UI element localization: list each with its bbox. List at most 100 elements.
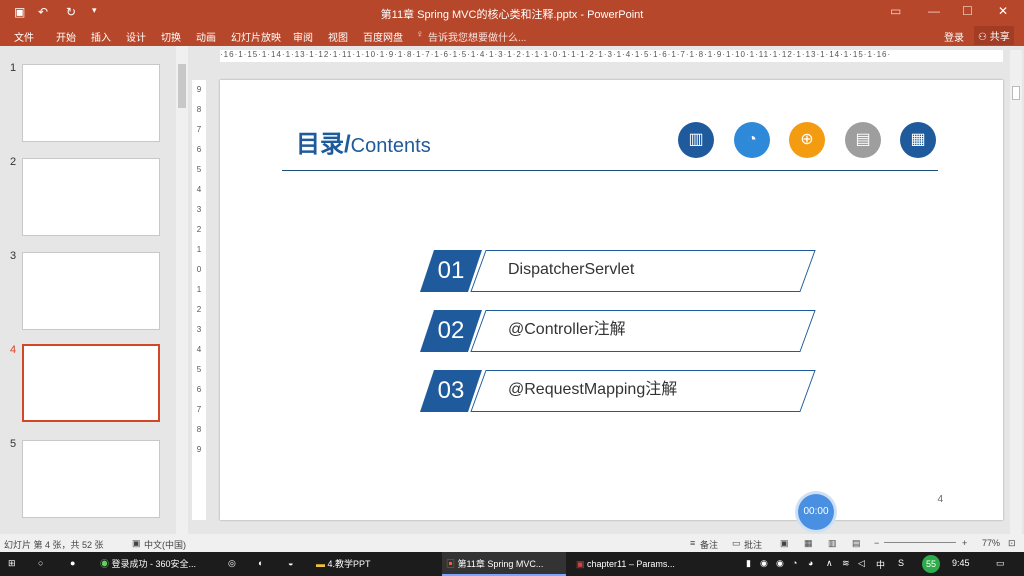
minimize-icon[interactable]: — [928, 4, 940, 18]
tell-me-input[interactable]: 告诉我您想要做什么... [428, 29, 526, 44]
spellcheck-icon[interactable]: ▣ [132, 538, 141, 549]
menu-design[interactable]: 设计 [126, 29, 146, 44]
reading-view-icon[interactable]: ▥ [828, 538, 837, 549]
menu-slideshow[interactable]: 幻灯片放映 [231, 29, 281, 44]
ruler-mark: 2 [196, 305, 202, 314]
ruler-mark: 4 [196, 185, 202, 194]
fit-slide-icon[interactable]: ⊡ [1008, 538, 1016, 549]
menu-insert[interactable]: 插入 [91, 29, 111, 44]
contents-item[interactable]: 03 @RequestMapping注解 [420, 370, 816, 412]
taskbar-app[interactable]: ▣ 第11章 Spring MVC... [442, 552, 566, 576]
zoom-level[interactable]: 77% [982, 538, 1000, 548]
comments-icon[interactable]: ▭ [732, 538, 741, 549]
app-label: 登录成功 - 360安全... [111, 559, 197, 569]
zoom-out-icon[interactable]: − [874, 538, 879, 548]
mic-icon[interactable]: ● [70, 558, 75, 568]
slide-thumbnail-2[interactable] [22, 158, 160, 236]
tray-app-icon[interactable]: ◉ [776, 558, 784, 569]
chart-icon: ▥ [678, 122, 714, 158]
tray-app-icon[interactable]: ◔ [792, 558, 797, 568]
menu-home[interactable]: 开始 [56, 29, 76, 44]
taskbar-app[interactable]: ▣ chapter11 – Params... [572, 552, 696, 576]
menu-view[interactable]: 视图 [328, 29, 348, 44]
folder-icon: ▬ [316, 559, 328, 569]
ruler-mark: 6 [196, 385, 202, 394]
thumbnail-scrollbar[interactable] [176, 46, 188, 534]
menu-transitions[interactable]: 切换 [161, 29, 181, 44]
maximize-icon[interactable]: ☐ [962, 4, 973, 18]
firefox-icon[interactable]: ◒ [288, 558, 293, 568]
item-label: @RequestMapping注解 [508, 381, 678, 398]
slide-count: 幻灯片 第 4 张，共 52 张 [4, 540, 104, 550]
pie-icon: ◔ [734, 122, 770, 158]
menu-file[interactable]: 文件 [14, 29, 34, 44]
contents-item[interactable]: 02 @Controller注解 [420, 310, 816, 352]
app-label: chapter11 – Params... [587, 559, 675, 569]
title-en: Contents [350, 135, 431, 157]
menu-baidu[interactable]: 百度网盘 [363, 29, 403, 44]
ribbon-options-icon[interactable]: ▭ [890, 4, 901, 18]
ime-indicator[interactable]: 中 [876, 558, 885, 571]
item-label: DispatcherServlet [508, 261, 635, 278]
user-icon: ⚇ [978, 32, 990, 43]
action-center-icon[interactable]: ▭ [996, 558, 1005, 569]
share-button[interactable]: ⚇ 共享 [974, 26, 1014, 45]
taskbar-app[interactable]: ◉ 登录成功 - 360安全... [96, 552, 220, 576]
window-title: 第11章 Spring MVC的核心类和注释.pptx - PowerPoint [380, 9, 644, 21]
slide-page-number: 4 [937, 494, 943, 505]
edge-icon[interactable]: ◐ [258, 558, 263, 568]
menu-animations[interactable]: 动画 [196, 29, 216, 44]
slide-title[interactable]: 目录/Contents [296, 124, 431, 159]
ruler-mark: 3 [196, 205, 202, 214]
notes-icon[interactable]: ≡ [690, 538, 695, 548]
sorter-view-icon[interactable]: ▦ [804, 538, 813, 549]
clipboard-icon: ▦ [900, 122, 936, 158]
slide-thumbnail-4[interactable] [22, 344, 160, 422]
language[interactable]: 中文(中国) [144, 538, 186, 551]
slide-thumbnail-5[interactable] [22, 440, 160, 518]
contents-item[interactable]: 01 DispatcherServlet [420, 250, 816, 292]
battery-icon[interactable]: ▮ [746, 558, 751, 569]
title-bar: ▣ ↶ ↻ ▾ 第11章 Spring MVC的核心类和注释.pptx - Po… [0, 0, 1024, 26]
slide-thumbnail-1[interactable] [22, 64, 160, 142]
zoom-in-icon[interactable]: + [962, 538, 967, 548]
scroll-thumb[interactable] [178, 64, 186, 108]
clock[interactable]: 9:45 [952, 558, 970, 568]
tray-app-icon[interactable]: ◉ [760, 558, 768, 569]
zoom-slider[interactable] [884, 542, 956, 543]
scroll-thumb[interactable] [1012, 86, 1020, 100]
tell-me-icon[interactable]: ♀ [416, 29, 424, 40]
chrome-icon[interactable]: ◎ [228, 558, 236, 569]
close-icon[interactable]: ✕ [998, 4, 1008, 18]
notification-badge[interactable]: 55 [922, 555, 940, 573]
notes-button[interactable]: 备注 [700, 538, 718, 551]
ruler-mark: 8 [196, 425, 202, 434]
chevron-up-icon[interactable]: ∧ [826, 558, 833, 569]
slide-scrollbar[interactable] [1010, 50, 1022, 534]
slide-canvas[interactable]: 目录/Contents ▥ ◔ ⊕ ▤ ▦ 01 DispatcherServl… [220, 80, 1003, 520]
login-link[interactable]: 登录 [944, 29, 964, 44]
volume-icon[interactable]: ◁ [858, 558, 865, 569]
menu-review[interactable]: 审阅 [293, 29, 313, 44]
slide-thumbnail-3[interactable] [22, 252, 160, 330]
search-icon[interactable]: ○ [38, 558, 43, 568]
tray-app-icon[interactable]: ◕ [808, 558, 813, 568]
thumbnail-pane: 1 2 3 4 5 [0, 46, 176, 534]
slideshow-view-icon[interactable]: ▤ [852, 538, 861, 549]
taskbar-app[interactable]: ▬ 4.教学PPT [312, 552, 436, 576]
windows-start-icon[interactable]: ⊞ [8, 558, 16, 569]
wifi-icon[interactable]: ≋ [842, 558, 850, 569]
app-label: 4.教学PPT [327, 559, 371, 569]
comments-button[interactable]: 批注 [744, 538, 762, 551]
workspace: 1 2 3 4 5 ·16·1·15·1·14·1·13·1·12·1·11·1… [0, 46, 1024, 534]
ruler-mark: 9 [196, 445, 202, 454]
ruler-mark: 3 [196, 325, 202, 334]
timer-badge[interactable]: 00:00 [798, 494, 834, 530]
thumb-number: 1 [10, 62, 17, 74]
normal-view-icon[interactable]: ▣ [780, 538, 789, 549]
title-cn: 目录/ [296, 131, 351, 158]
status-bar: 幻灯片 第 4 张，共 52 张 ▣ 中文(中国) ≡ 备注 ▭ 批注 ▣ ▦ … [0, 534, 1024, 552]
ruler-mark: 6 [196, 145, 202, 154]
ruler-mark: 7 [196, 405, 202, 414]
input-method-icon[interactable]: S [898, 558, 904, 568]
